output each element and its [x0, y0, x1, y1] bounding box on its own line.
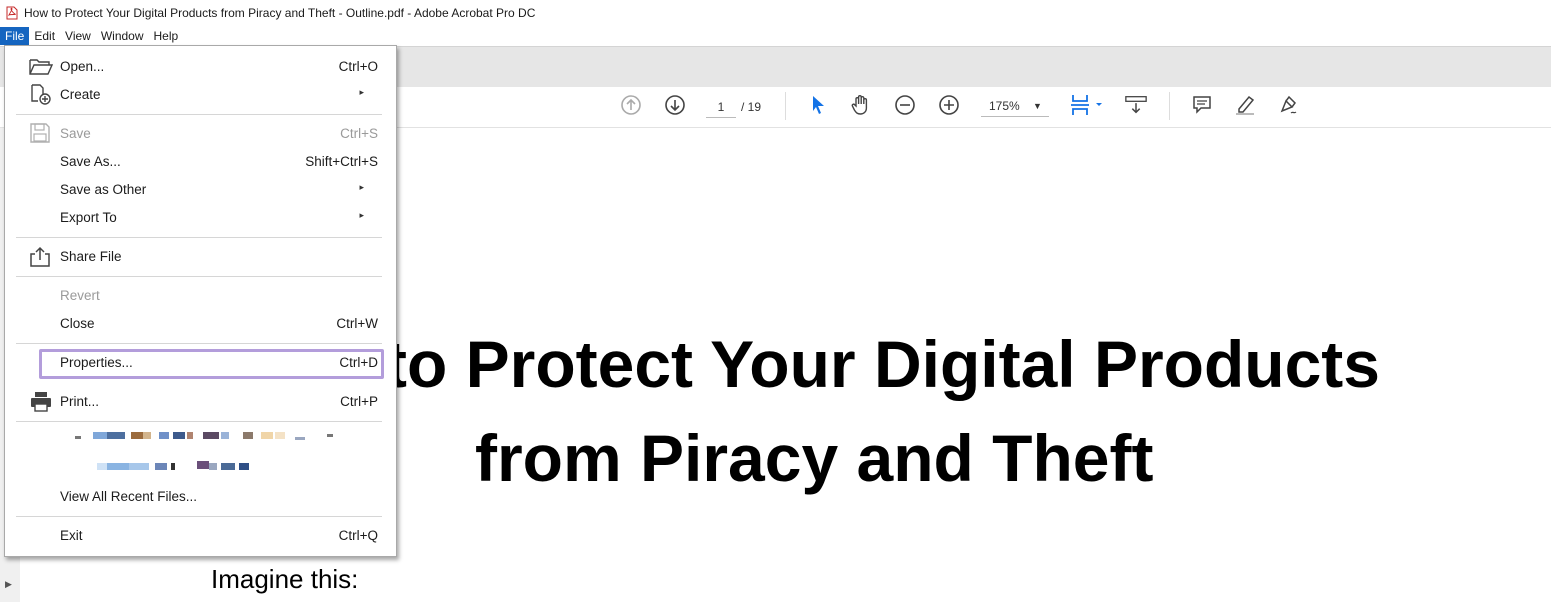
menu-item-share-file[interactable]: Share File	[5, 244, 396, 270]
recent-file-item[interactable]	[75, 432, 345, 446]
submenu-arrow-icon: ▸	[359, 87, 364, 97]
menu-item-label: Close	[60, 316, 95, 331]
save-disk-icon	[29, 123, 53, 145]
printer-icon	[29, 391, 53, 413]
toolbar-divider	[785, 92, 786, 120]
submenu-arrow-icon: ▸	[359, 182, 364, 192]
menu-item-exit[interactable]: Exit Ctrl+Q	[5, 523, 396, 549]
submenu-arrow-icon: ▸	[359, 210, 364, 220]
menu-divider	[16, 343, 382, 344]
title-bar: How to Protect Your Digital Products fro…	[0, 0, 1551, 26]
menu-help[interactable]: Help	[149, 27, 184, 45]
menu-item-create[interactable]: Create ▸	[5, 82, 396, 108]
menu-divider	[16, 516, 382, 517]
menu-item-shortcut: Ctrl+O	[338, 59, 378, 74]
page-total: / 19	[741, 100, 762, 114]
menu-divider	[16, 237, 382, 238]
menu-item-view-all-recent[interactable]: View All Recent Files...	[5, 484, 396, 510]
recent-file-item[interactable]	[97, 461, 267, 477]
properties-highlight-box	[39, 349, 384, 379]
hand-tool-icon[interactable]	[849, 93, 873, 117]
menu-item-save-as-other[interactable]: Save as Other ▸	[5, 177, 396, 203]
previous-page-icon[interactable]	[619, 93, 643, 117]
menu-item-label: Save as Other	[60, 182, 147, 197]
zoom-level-value: 175%	[989, 99, 1020, 113]
menu-item-export-to[interactable]: Export To ▸	[5, 205, 396, 231]
file-menu: Open... Ctrl+O Create ▸ Save Ctrl+S Save…	[4, 45, 397, 557]
menu-item-shortcut: Shift+Ctrl+S	[305, 154, 378, 169]
folder-open-icon	[29, 56, 54, 78]
menu-item-print[interactable]: Print... Ctrl+P	[5, 389, 396, 415]
menu-divider	[16, 421, 382, 422]
menu-item-label: Save	[60, 126, 91, 141]
menu-item-label: Export To	[60, 210, 117, 225]
menu-item-save-as[interactable]: Save As... Shift+Ctrl+S	[5, 149, 396, 175]
chevron-down-icon: ▼	[1033, 101, 1042, 111]
acrobat-app-icon	[6, 6, 18, 20]
window-title: How to Protect Your Digital Products fro…	[24, 6, 536, 20]
menu-divider	[16, 276, 382, 277]
expand-pane-icon[interactable]: ▶	[5, 579, 12, 590]
menu-item-label: Revert	[60, 288, 100, 303]
menu-item-label: Save As...	[60, 154, 121, 169]
menu-item-open[interactable]: Open... Ctrl+O	[5, 54, 396, 80]
menu-item-label: Exit	[60, 528, 83, 543]
menu-item-label: Open...	[60, 59, 105, 74]
menu-item-label: Share File	[60, 249, 122, 264]
menu-edit[interactable]: Edit	[29, 27, 60, 45]
scroll-mode-icon[interactable]	[1124, 93, 1148, 117]
menu-item-label: View All Recent Files...	[60, 489, 198, 504]
create-pdf-icon	[29, 84, 53, 106]
menu-file[interactable]: File	[0, 27, 30, 45]
next-page-icon[interactable]	[663, 93, 687, 117]
zoom-level-dropdown[interactable]: 175% ▼	[981, 96, 1049, 117]
document-title-line-1: to Protect Your Digital Products	[385, 327, 1380, 401]
menu-item-shortcut: Ctrl+W	[336, 316, 378, 331]
sign-pen-icon[interactable]	[1277, 93, 1301, 117]
document-body-text: Imagine this:	[211, 564, 359, 594]
zoom-out-icon[interactable]	[893, 93, 917, 117]
menu-view[interactable]: View	[60, 27, 96, 45]
menu-item-close[interactable]: Close Ctrl+W	[5, 311, 396, 337]
menu-item-shortcut: Ctrl+Q	[338, 528, 378, 543]
zoom-in-icon[interactable]	[937, 93, 961, 117]
select-tool-icon[interactable]	[806, 93, 830, 117]
fit-page-icon[interactable]	[1068, 93, 1106, 117]
comment-icon[interactable]	[1190, 93, 1214, 117]
menu-item-save: Save Ctrl+S	[5, 121, 396, 147]
toolbar-divider	[1169, 92, 1170, 120]
page-number-input[interactable]: 1	[706, 97, 736, 118]
share-icon	[29, 246, 53, 268]
menu-divider	[16, 114, 382, 115]
document-title-line-2: from Piracy and Theft	[475, 421, 1154, 495]
menu-item-shortcut: Ctrl+S	[340, 126, 378, 141]
menu-window[interactable]: Window	[96, 27, 149, 45]
menu-bar: File Edit View Window Help	[0, 26, 1551, 46]
menu-item-label: Create	[60, 87, 101, 102]
highlight-pen-icon[interactable]	[1233, 93, 1257, 117]
menu-item-shortcut: Ctrl+P	[340, 394, 378, 409]
menu-item-label: Print...	[60, 394, 100, 409]
menu-item-revert: Revert	[5, 283, 396, 309]
